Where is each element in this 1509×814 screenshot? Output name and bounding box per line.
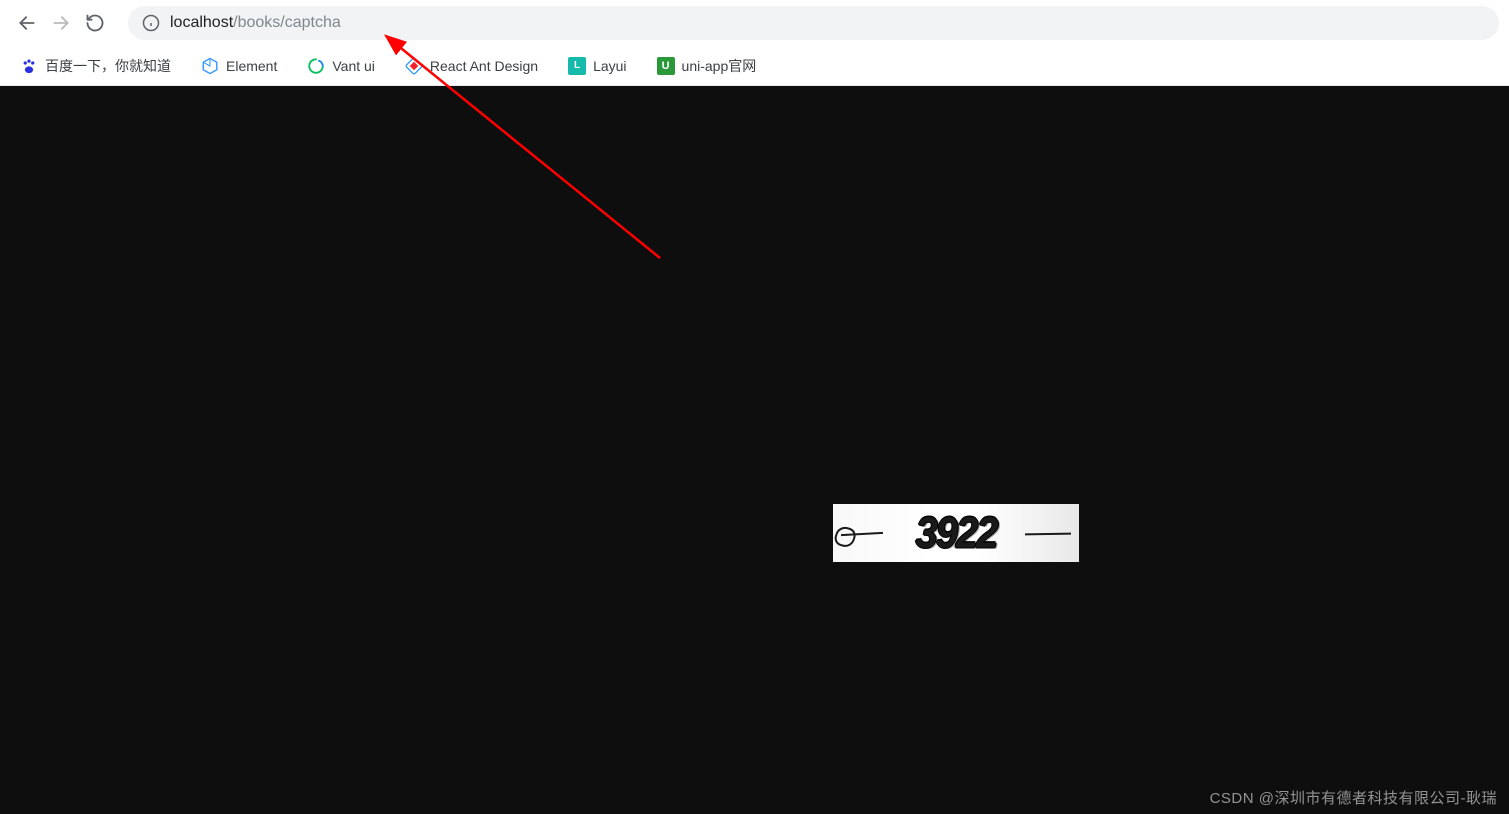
bookmark-layui[interactable]: L Layui bbox=[562, 53, 632, 79]
reload-icon bbox=[85, 13, 105, 33]
captcha-image: 3922 bbox=[833, 504, 1079, 562]
bookmark-label: Vant ui bbox=[332, 58, 375, 74]
uniapp-icon: U bbox=[657, 57, 675, 75]
bookmark-label: uni-app官网 bbox=[682, 56, 757, 76]
vant-icon bbox=[307, 57, 325, 75]
url-text: localhost/books/captcha bbox=[170, 14, 341, 32]
arrow-right-icon bbox=[51, 13, 71, 33]
address-bar[interactable]: localhost/books/captcha bbox=[128, 6, 1499, 40]
watermark: CSDN @深圳市有德者科技有限公司-耿瑞 bbox=[1210, 787, 1497, 808]
bookmark-vant[interactable]: Vant ui bbox=[301, 53, 381, 79]
baidu-icon bbox=[20, 57, 38, 75]
back-button[interactable] bbox=[10, 6, 44, 40]
captcha-noise-line bbox=[841, 532, 883, 536]
info-icon bbox=[142, 14, 160, 32]
bookmarks-bar: 百度一下，你就知道 Element Vant ui React Ant Desi… bbox=[0, 46, 1509, 86]
url-host: localhost bbox=[170, 14, 233, 31]
reload-button[interactable] bbox=[78, 6, 112, 40]
bookmark-baidu[interactable]: 百度一下，你就知道 bbox=[14, 52, 177, 80]
url-path: /books/captcha bbox=[233, 14, 341, 31]
nav-toolbar: localhost/books/captcha bbox=[0, 0, 1509, 46]
forward-button[interactable] bbox=[44, 6, 78, 40]
react-ant-icon bbox=[405, 57, 423, 75]
bookmark-label: 百度一下，你就知道 bbox=[45, 56, 171, 76]
element-icon bbox=[201, 57, 219, 75]
bookmark-element[interactable]: Element bbox=[195, 53, 283, 79]
bookmark-label: React Ant Design bbox=[430, 58, 538, 74]
layui-icon: L bbox=[568, 57, 586, 75]
bookmark-label: Element bbox=[226, 58, 277, 74]
bookmark-uniapp[interactable]: U uni-app官网 bbox=[651, 52, 763, 80]
captcha-noise-line bbox=[1025, 533, 1071, 536]
arrow-left-icon bbox=[17, 13, 37, 33]
captcha-text: 3922 bbox=[916, 508, 997, 558]
bookmark-react-ant[interactable]: React Ant Design bbox=[399, 53, 544, 79]
bookmark-label: Layui bbox=[593, 58, 626, 74]
page-viewport: 3922 bbox=[0, 86, 1509, 814]
